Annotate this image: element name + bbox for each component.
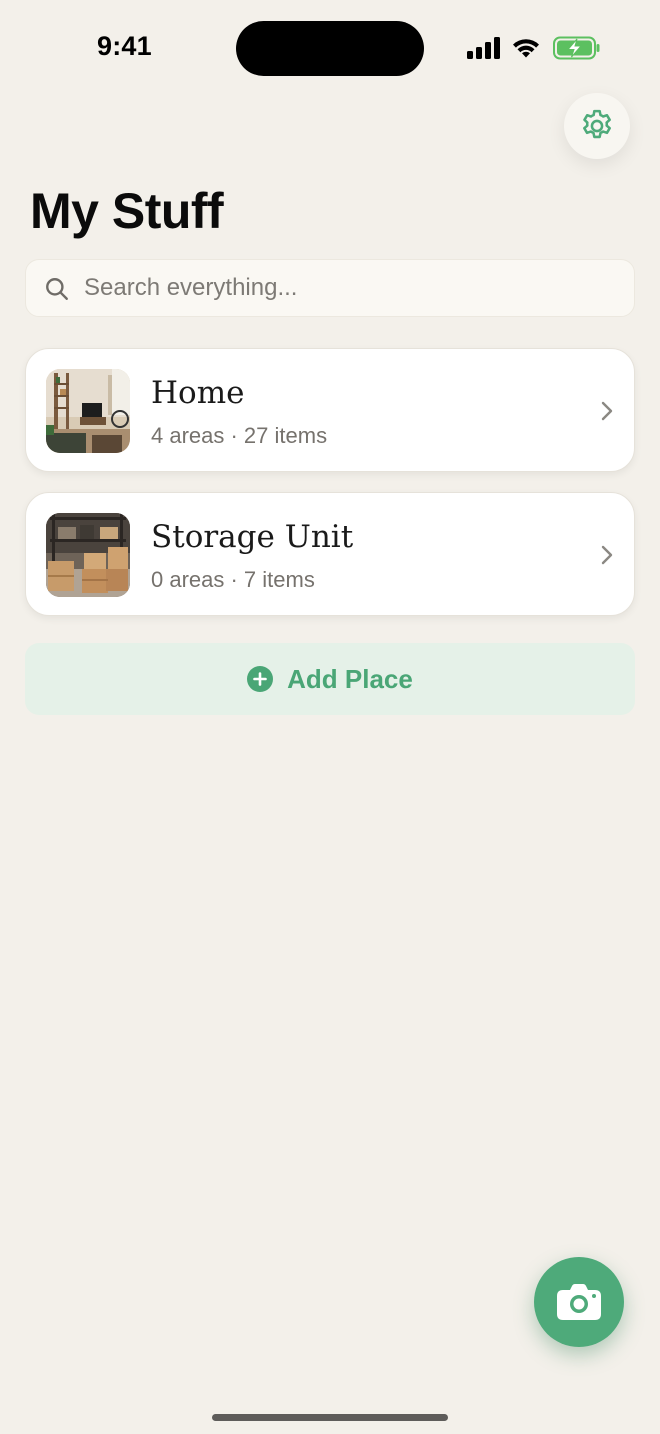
- home-indicator: [212, 1414, 448, 1421]
- status-bar: 9:41: [0, 0, 660, 96]
- living-room-photo: [46, 369, 130, 453]
- place-thumbnail: [46, 369, 130, 453]
- place-name: Storage Unit: [151, 519, 354, 555]
- place-meta: 4 areas · 27 items: [151, 423, 328, 448]
- camera-icon: [557, 1284, 601, 1320]
- dynamic-island: [236, 21, 424, 76]
- chevron-right-icon: [601, 545, 613, 565]
- search-icon: [46, 278, 68, 300]
- status-icons: [467, 34, 602, 62]
- search-input[interactable]: [84, 260, 614, 316]
- plus-circle-icon: [247, 666, 274, 692]
- chevron-right-icon: [601, 401, 613, 421]
- place-meta: 0 areas · 7 items: [151, 567, 315, 592]
- place-name: Home: [151, 375, 245, 411]
- place-card-storage-unit[interactable]: Storage Unit 0 areas · 7 items: [25, 492, 635, 616]
- add-place-label: Add Place: [287, 663, 413, 694]
- place-thumbnail: [46, 513, 130, 597]
- search-bar[interactable]: [25, 259, 635, 317]
- status-time: 9:41: [97, 31, 152, 61]
- add-place-button[interactable]: Add Place: [25, 643, 635, 715]
- place-card-home[interactable]: Home 4 areas · 27 items: [25, 348, 635, 472]
- page-title: My Stuff: [30, 183, 224, 239]
- gear-icon: [583, 109, 611, 139]
- settings-button[interactable]: [564, 93, 630, 159]
- storage-boxes-photo: [46, 513, 130, 597]
- wifi-icon: [513, 39, 539, 58]
- camera-button[interactable]: [534, 1257, 624, 1347]
- battery-charging-icon: [553, 36, 600, 60]
- cellular-signal-icon: [467, 37, 500, 59]
